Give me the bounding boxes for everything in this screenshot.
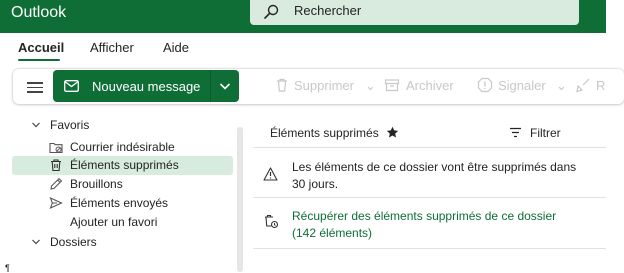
search-input[interactable]: Rechercher xyxy=(294,3,361,18)
folder-item-deleted[interactable]: Éléments supprimés xyxy=(70,158,179,172)
trash-icon xyxy=(277,78,287,92)
new-message-label: Nouveau message xyxy=(92,79,201,94)
trash-icon xyxy=(51,159,61,172)
folder-item-sent[interactable]: Éléments envoyés xyxy=(70,196,168,210)
folder-item-drafts[interactable]: Brouillons xyxy=(70,177,123,191)
star-icon[interactable] xyxy=(386,126,399,139)
pencil-icon xyxy=(50,177,63,190)
filter-icon xyxy=(510,127,521,138)
favorites-header[interactable]: Favoris xyxy=(50,118,89,132)
divider xyxy=(253,248,606,249)
divider xyxy=(253,197,606,198)
app-title[interactable]: Outlook xyxy=(11,4,66,22)
folder-pane-scrollbar[interactable] xyxy=(237,127,243,272)
folder-item-junk[interactable]: Courrier indésirable xyxy=(70,140,175,154)
new-message-button[interactable]: Nouveau message xyxy=(53,70,239,102)
message-list-title: Éléments supprimés xyxy=(270,126,379,140)
archive-button[interactable]: Archiver xyxy=(406,78,454,93)
chevron-down-icon[interactable] xyxy=(31,237,41,247)
junk-folder-icon xyxy=(49,142,63,154)
mail-icon xyxy=(64,80,79,92)
divider xyxy=(253,147,606,148)
report-chevron[interactable]: ⌄ xyxy=(556,78,567,94)
menu-icon[interactable] xyxy=(27,82,43,93)
search-box[interactable]: Rechercher xyxy=(250,0,579,25)
warning-icon xyxy=(263,167,278,181)
sweep-button[interactable]: R xyxy=(596,78,605,93)
tab-accueil[interactable]: Accueil xyxy=(18,40,64,55)
archive-icon xyxy=(384,79,400,92)
chevron-down-icon[interactable] xyxy=(219,81,231,91)
delete-chevron[interactable]: ⌄ xyxy=(365,78,376,94)
filter-button[interactable]: Filtrer xyxy=(530,126,561,140)
tab-afficher[interactable]: Afficher xyxy=(90,40,134,55)
retention-notice: Les éléments de ce dossier vont être sup… xyxy=(292,160,577,191)
add-favorite-link[interactable]: Ajouter un favori xyxy=(70,215,157,229)
recover-deleted-link[interactable]: Récupérer des éléments supprimés de ce d… xyxy=(292,208,582,242)
report-button[interactable]: Signaler xyxy=(498,78,546,93)
send-icon xyxy=(49,196,63,210)
message-list-header: Éléments supprimés Filtrer xyxy=(253,117,606,147)
active-tab-indicator xyxy=(18,59,60,61)
recover-deleted-icon xyxy=(265,214,279,229)
delete-button[interactable]: Supprimer xyxy=(294,78,354,93)
command-toolbar: Nouveau message Supprimer ⌄ Archiver Sig… xyxy=(13,69,624,104)
tab-aide[interactable]: Aide xyxy=(163,40,189,55)
report-icon xyxy=(477,77,493,93)
top-bar: Outlook Rechercher xyxy=(0,0,606,33)
button-divider xyxy=(210,70,211,102)
sweep-icon xyxy=(576,78,590,93)
folders-header[interactable]: Dossiers xyxy=(50,235,97,249)
chevron-down-icon[interactable] xyxy=(31,120,41,130)
search-icon xyxy=(264,4,279,19)
